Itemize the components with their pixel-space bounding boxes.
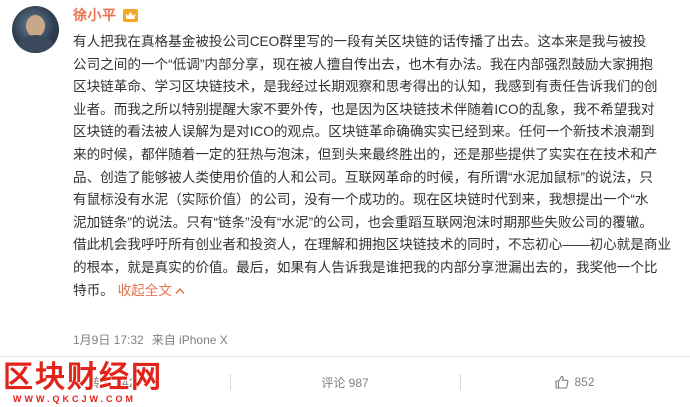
collapse-full-text-link[interactable]: 收起全文	[118, 283, 185, 298]
post-line: 来的时候，都伴随着一定的狂热与泡沫，但到头来最终胜出的，还是那些提供了实实在在技…	[73, 146, 658, 162]
post-source: 来自 iPhone X	[151, 333, 228, 347]
post-line: 业者。而我之所以特别提醒大家不要外传，也是因为区块链技术伴随着ICO的乱象，我不…	[73, 101, 655, 117]
vip-crown-icon[interactable]	[122, 8, 138, 22]
post-timestamp[interactable]: 1月9日 17:32	[73, 331, 144, 348]
post-line: 泥加链条”的说法。只有“链条”没有“水泥”的公司，也会重蹈互联网泡沫时期那些失败…	[73, 214, 653, 230]
avatar-face	[26, 15, 45, 37]
repost-label: 转发 1427	[87, 375, 143, 390]
comment-button[interactable]: 评论 987	[230, 370, 460, 394]
repost-button[interactable]: 转发 1427	[0, 370, 230, 394]
post-line: 区块链革命、学习区块链技术，是我经过长期观察和思考得出的认知，我感到有责任告诉我…	[73, 79, 658, 95]
post-line: 有人把我在真格基金被投公司CEO群里写的一段有关区块链的话传播了出去。这本来是我…	[73, 34, 647, 49]
post-line: 有鼠标没有水泥（实际价值）的公司，没有一个成功的。现在区块链时代到来，我想提出一…	[73, 192, 649, 208]
like-count: 852	[574, 375, 595, 389]
post-meta: 1月9日 17:32 来自 iPhone X	[73, 331, 228, 348]
post-body: 有人把我在真格基金被投公司CEO群里写的一段有关区块链的话传播了出去。这本来是我…	[73, 31, 673, 302]
avatar[interactable]	[12, 6, 59, 53]
post-line: 的根本，就是真实的价值。最后，如果有人告诉我是谁把我的内部分享泄漏出去的，我奖他…	[73, 259, 658, 275]
action-bar: 转发 1427 评论 987 852	[0, 357, 690, 407]
collapse-label: 收起全文	[117, 282, 172, 298]
post-line: 特币。	[73, 282, 114, 298]
like-button[interactable]: 852	[460, 370, 690, 394]
post-line: 公司之间的一个“低调”内部分享，现在被人擅自传出去，也木有办法。我在内部强烈鼓励…	[73, 56, 653, 72]
avatar-body	[18, 35, 53, 53]
thumbs-up-icon	[555, 375, 569, 389]
post-line: 区块链的看法被人误解为是对ICO的观点。区块链革命确确实实已经到来。任何一个新技…	[73, 124, 655, 140]
post-line: 品、创造了能够被人类使用价值的人和公司。互联网革命的时候，有所谓“水泥加鼠标”的…	[73, 169, 653, 185]
post-line: 借此机会我呼吁所有创业者和投资人，在理解和拥抱区块链技术的同时，不忘初心——初心…	[73, 237, 672, 253]
collapse-up-icon	[175, 287, 185, 294]
post-header: 徐小平	[73, 4, 138, 26]
comment-label: 评论 987	[321, 375, 369, 390]
username-link[interactable]: 徐小平	[73, 5, 117, 25]
